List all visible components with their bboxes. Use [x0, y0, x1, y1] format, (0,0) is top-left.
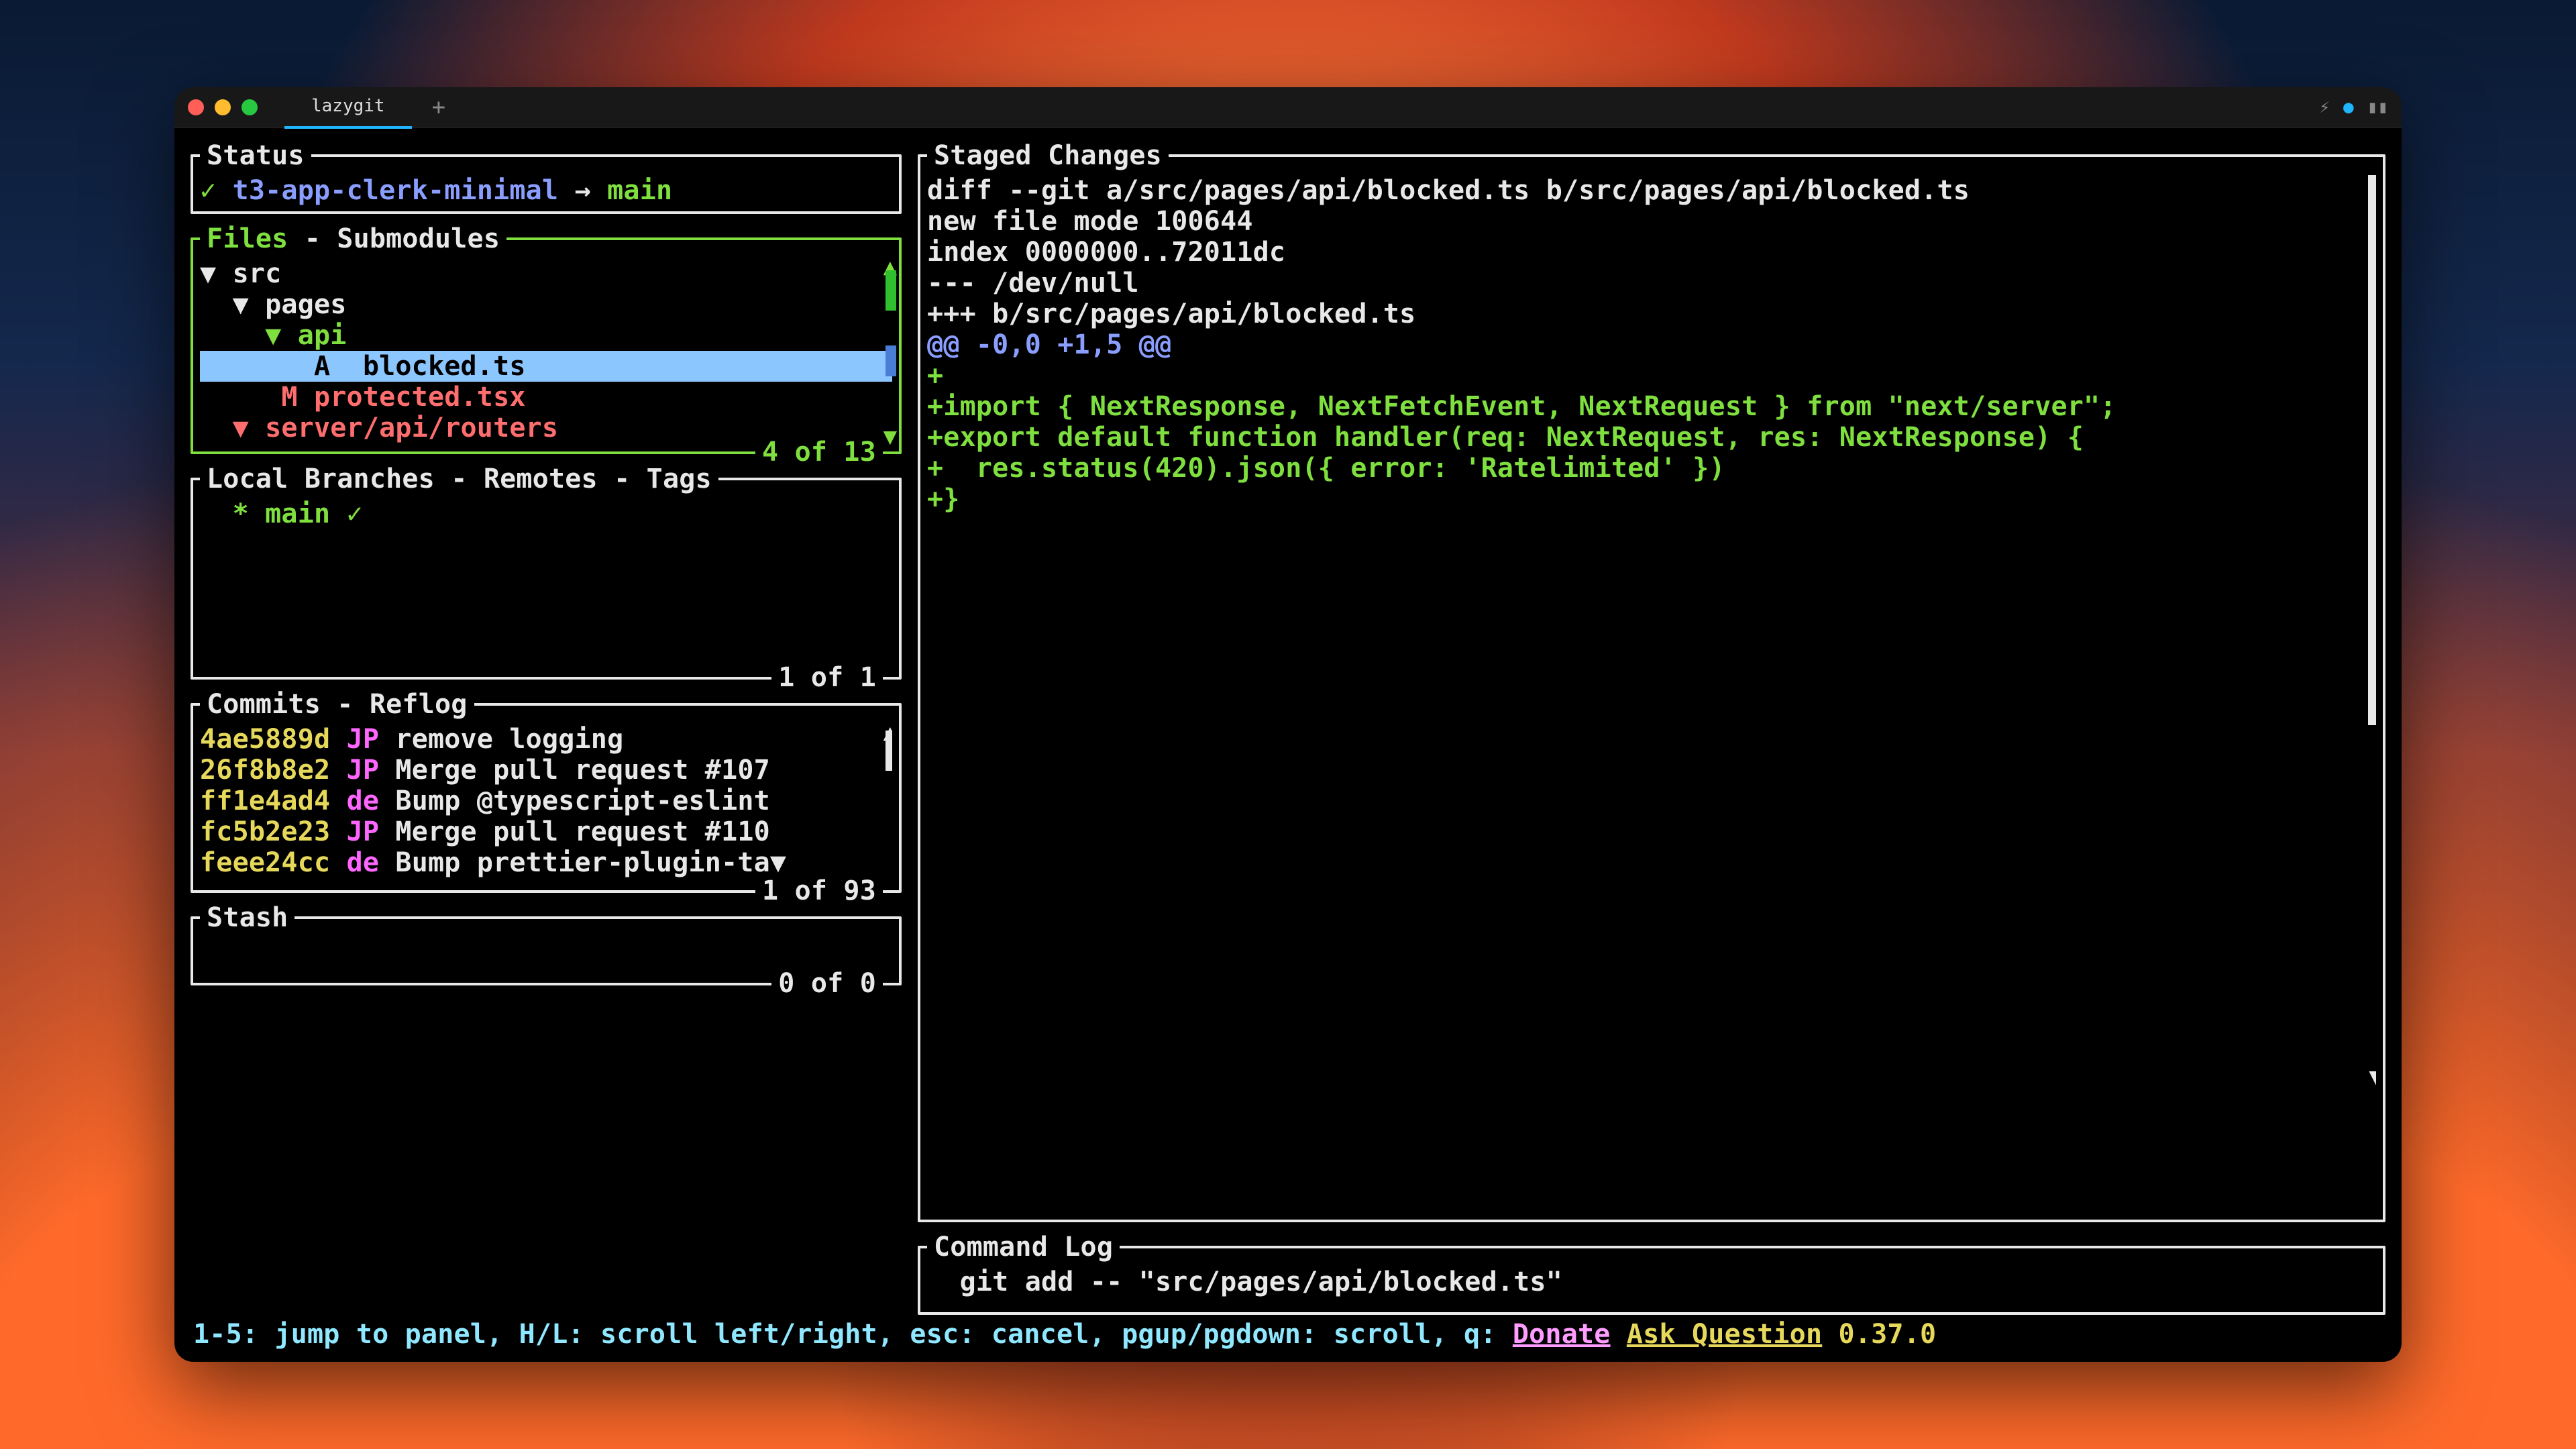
lazygit-ui: Status ✓ t3-app-clerk-minimal → main Fil… — [174, 128, 2402, 1362]
diff-scroll-down-icon[interactable]: ▼ — [2369, 1064, 2376, 1087]
new-tab-button[interactable]: + — [432, 94, 445, 121]
bolt-icon[interactable]: ⚡ — [2319, 97, 2330, 117]
diff-hunk-line: @@ -0,0 +1,5 @@ — [927, 329, 2376, 360]
diff-scrollbar[interactable] — [2368, 175, 2376, 725]
file-protected-tsx[interactable]: M protected.tsx — [200, 382, 892, 413]
donate-link[interactable]: Donate — [1513, 1319, 1611, 1350]
status-panel-title: Status — [200, 140, 311, 171]
commit-row[interactable]: ff1e4ad4 de Bump @typescript-eslint — [200, 786, 892, 816]
commits-panel[interactable]: Commits - Reflog 4ae5889d JP remove logg… — [191, 689, 902, 893]
files-panel-title: Files - Submodules — [200, 223, 506, 254]
diff-line: --- /dev/null — [927, 268, 2376, 299]
diff-add-line: +export default function handler(req: Ne… — [927, 422, 2376, 453]
tab-lazygit[interactable]: lazygit — [284, 87, 412, 129]
commits-panel-title: Commits - Reflog — [200, 689, 474, 720]
diff-add-line: +} — [927, 484, 2376, 515]
branch-main[interactable]: * main ✓ — [200, 498, 892, 529]
branches-panel-title: Local Branches - Remotes - Tags — [200, 464, 718, 494]
status-panel[interactable]: Status ✓ t3-app-clerk-minimal → main — [191, 140, 902, 214]
command-log-line: git add -- "src/pages/api/blocked.ts" — [927, 1267, 2376, 1297]
command-log-title: Command Log — [927, 1232, 1120, 1263]
diff-scroll-up-icon[interactable]: ▲ — [2369, 175, 2376, 199]
help-bar: 1-5: jump to panel, H/L: scroll left/rig… — [191, 1315, 2385, 1356]
commit-row[interactable]: fc5b2e23 JP Merge pull request #110 — [200, 816, 892, 847]
window-controls — [188, 99, 258, 115]
diff-line: new file mode 100644 — [927, 206, 2376, 237]
files-panel[interactable]: Files - Submodules ▼ src ▼ pages ▼ api A… — [191, 223, 902, 454]
diff-line: index 0000000..72011dc — [927, 237, 2376, 268]
diff-panel-title: Staged Changes — [927, 140, 1169, 171]
commit-row[interactable]: 26f8b8e2 JP Merge pull request #107 — [200, 755, 892, 786]
commit-row[interactable]: feee24cc de Bump prettier-plugin-ta▼ — [200, 847, 892, 878]
commits-scroll-up-icon[interactable]: ▲ — [883, 724, 892, 746]
diff-add-line: + res.status(420).json({ error: 'Ratelim… — [927, 453, 2376, 484]
file-blocked-ts[interactable]: A blocked.ts — [200, 351, 892, 382]
diff-add-line: + — [927, 360, 2376, 391]
status-line: ✓ t3-app-clerk-minimal → main — [200, 175, 892, 206]
diff-line: +++ b/src/pages/api/blocked.ts — [927, 299, 2376, 329]
status-dot-icon: ● — [2343, 97, 2354, 117]
ask-question-link[interactable]: Ask Question — [1627, 1319, 1822, 1350]
command-log-panel[interactable]: Command Log git add -- "src/pages/api/bl… — [918, 1232, 2385, 1315]
commit-row[interactable]: 4ae5889d JP remove logging — [200, 724, 892, 755]
diff-body[interactable]: diff --git a/src/pages/api/blocked.ts b/… — [927, 175, 2376, 1087]
stash-panel[interactable]: Stash 0 of 0 — [191, 902, 902, 985]
tree-node-api[interactable]: ▼ api — [200, 320, 892, 351]
window-titlebar: lazygit + ⚡ ● ▮▮ — [174, 87, 2402, 128]
tree-node-src[interactable]: ▼ src — [200, 258, 892, 289]
stash-counter: 0 of 0 — [771, 968, 883, 999]
minimize-icon[interactable] — [215, 99, 231, 115]
zoom-icon[interactable] — [241, 99, 258, 115]
branches-panel[interactable]: Local Branches - Remotes - Tags * main ✓… — [191, 464, 902, 680]
terminal-window: lazygit + ⚡ ● ▮▮ Status ✓ t3-app-clerk-m… — [174, 87, 2402, 1362]
tree-node-pages[interactable]: ▼ pages — [200, 289, 892, 320]
close-icon[interactable] — [188, 99, 204, 115]
stash-panel-title: Stash — [200, 902, 294, 933]
diff-add-line: +import { NextResponse, NextFetchEvent, … — [927, 391, 2376, 422]
tab-label: lazygit — [311, 96, 385, 116]
panels-icon[interactable]: ▮▮ — [2367, 97, 2388, 117]
version-label: 0.37.0 — [1822, 1319, 1936, 1350]
files-scrollbar[interactable] — [885, 258, 896, 446]
diff-panel[interactable]: Staged Changes diff --git a/src/pages/ap… — [918, 140, 2385, 1222]
diff-line: diff --git a/src/pages/api/blocked.ts b/… — [927, 175, 2376, 206]
